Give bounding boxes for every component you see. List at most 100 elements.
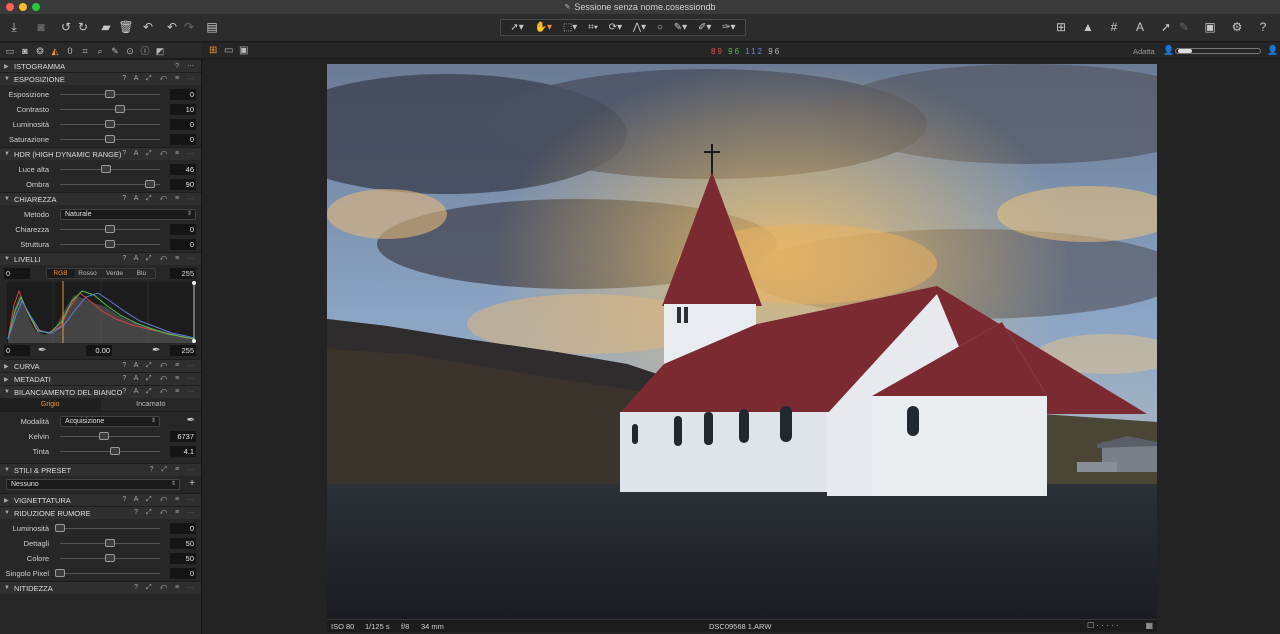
value-field[interactable]: 0 (170, 224, 196, 235)
output-high-field[interactable]: 255 (170, 345, 196, 356)
panel-actions-icon[interactable]: ? A ⤢ ↶ ≡ ⋯ (122, 496, 197, 504)
slider-thumb[interactable] (110, 447, 120, 455)
channel-tab-rgb[interactable]: RGB (47, 269, 74, 278)
undo-icon[interactable]: ↶ (164, 19, 180, 35)
slider-thumb[interactable] (105, 120, 115, 128)
multi-view-icon[interactable]: ⊞ (209, 45, 217, 56)
value-field[interactable]: 0 (170, 119, 196, 130)
slider-thumb[interactable] (101, 165, 111, 173)
exposure-warning-icon[interactable]: ▲ (1080, 19, 1096, 35)
eyedropper-white-icon[interactable]: ✒ (152, 345, 160, 356)
slider-thumb[interactable] (105, 90, 115, 98)
input-low-field[interactable]: 0 (4, 268, 30, 279)
stili-header[interactable]: ▼ STILI & PRESET ? ⤢ ≡ ⋯ (0, 463, 201, 476)
panel-actions-icon[interactable]: ? A ⤢ ↶ ≡ ⋯ (122, 255, 197, 263)
value-field[interactable]: 4.1 (170, 446, 196, 457)
value-field[interactable]: 6737 (170, 431, 196, 442)
hdr-header[interactable]: ▼ HDR (HIGH DYNAMIC RANGE) ? A ⤢ ↶ ≡ ⋯ (0, 147, 201, 160)
select-cursor-icon[interactable]: ➚▾ (510, 22, 523, 33)
rotate-cursor-icon[interactable]: ⟳▾ (609, 22, 622, 33)
tab-incarnato[interactable]: Incarnato (101, 398, 202, 411)
slider-thumb[interactable] (55, 524, 65, 532)
istogramma-header[interactable]: ▶ ISTOGRAMMA ? ⋯ (0, 59, 201, 72)
midpoint-field[interactable]: 0.00 (86, 345, 112, 356)
trash-icon[interactable]: 🗑 (118, 19, 134, 35)
grid-overlay-icon[interactable]: ⊞ (1053, 19, 1069, 35)
panel-actions-icon[interactable]: ? A ⤢ ↶ ≡ ⋯ (122, 150, 197, 158)
move-to-folder-icon[interactable]: ▰ (98, 19, 114, 35)
slider-thumb[interactable] (115, 105, 125, 113)
zoom-button[interactable] (32, 3, 40, 11)
chiarezza-header[interactable]: ▼ CHIAREZZA ? A ⤢ ↶ ≡ ⋯ (0, 192, 201, 205)
panel-actions-icon[interactable]: ? ⤢ ↶ ≡ ⋯ (134, 509, 197, 517)
channel-tab-blue[interactable]: Blu (128, 269, 155, 278)
tab-grigio[interactable]: Grigio (0, 398, 101, 411)
camera-icon[interactable]: ◙ (33, 19, 49, 35)
print-icon[interactable]: ▣ (1202, 19, 1218, 35)
slider-thumb[interactable] (99, 432, 109, 440)
zoom-slider[interactable] (1175, 48, 1261, 54)
color-tab-icon[interactable]: ❂ (34, 45, 46, 57)
keystone-cursor-icon[interactable]: ⋀▾ (633, 22, 646, 33)
input-high-field[interactable]: 255 (170, 268, 196, 279)
library-tab-icon[interactable]: ▭ (4, 45, 16, 57)
rumore-header[interactable]: ▼ RIDUZIONE RUMORE ? ⤢ ↶ ≡ ⋯ (0, 506, 201, 519)
lens-tab-icon[interactable]: 0 (64, 45, 76, 57)
minimize-button[interactable] (19, 3, 27, 11)
slider-track[interactable] (60, 528, 160, 529)
exposure-tab-icon[interactable]: ◭ (49, 45, 61, 57)
erase-cursor-icon[interactable]: ✐▾ (698, 22, 711, 33)
preset-dropdown[interactable]: Nessuno ⇕ (6, 479, 180, 490)
esposizione-header[interactable]: ▼ ESPOSIZIONE ? A ⤢ ↶ ≡ ⋯ (0, 72, 201, 85)
single-view-icon[interactable]: ▭ (224, 45, 233, 56)
slider-thumb[interactable] (105, 135, 115, 143)
proof-view-icon[interactable]: ▣ (239, 45, 248, 56)
panel-actions-icon[interactable]: ? ⋯ (175, 62, 197, 70)
loupe-cursor-icon[interactable]: ⬚▾ (563, 22, 577, 33)
photo-canvas[interactable] (327, 64, 1157, 619)
channel-tab-red[interactable]: Rosso (74, 269, 101, 278)
value-field[interactable]: 50 (170, 553, 196, 564)
slider-thumb[interactable] (105, 554, 115, 562)
eyedropper-black-icon[interactable]: ✒ (38, 345, 46, 356)
slider-track[interactable] (60, 573, 160, 574)
brush-cursor-icon[interactable]: ✎▾ (674, 22, 687, 33)
slider-thumb[interactable] (55, 569, 65, 577)
text-annotation-icon[interactable]: A (1132, 19, 1148, 35)
panel-actions-icon[interactable]: ? A ⤢ ↶ ≡ ⋯ (122, 375, 197, 383)
local-adjustments-tab-icon[interactable]: ✎ (109, 45, 121, 57)
value-field[interactable]: 0 (170, 239, 196, 250)
panel-actions-icon[interactable]: ? ⤢ ≡ ⋯ (150, 466, 197, 474)
share-icon[interactable]: ✎ (1176, 19, 1192, 35)
import-icon[interactable]: ⤓ (6, 19, 22, 35)
slider-thumb[interactable] (105, 225, 115, 233)
reset-icon[interactable]: ↶ (140, 19, 156, 35)
method-dropdown[interactable]: Naturale ⇕ (60, 209, 196, 220)
value-field[interactable]: 90 (170, 179, 196, 190)
nitidezza-header[interactable]: ▼ NITIDEZZA ? ⤢ ↶ ≡ ⋯ (0, 581, 201, 594)
metadata-tab-icon[interactable]: ⓘ (139, 45, 151, 57)
rating-dots-icon[interactable]: ☐ · · · · · (1087, 621, 1119, 630)
slider-track[interactable] (60, 436, 160, 437)
panel-actions-icon[interactable]: ? ⤢ ↶ ≡ ⋯ (134, 584, 197, 592)
zoom-slider-thumb[interactable] (1178, 49, 1192, 53)
output-tab-icon[interactable]: ⊙ (124, 45, 136, 57)
levels-histogram[interactable] (5, 280, 197, 344)
wb-mode-dropdown[interactable]: Acquisizione ⇕ (60, 416, 160, 427)
channel-tab-green[interactable]: Verde (101, 269, 128, 278)
gear-icon[interactable]: ⚙ (1229, 19, 1245, 35)
value-field[interactable]: 0 (170, 523, 196, 534)
metadati-header[interactable]: ▶ METADATI ? A ⤢ ↶ ≡ ⋯ (0, 372, 201, 385)
slider-thumb[interactable] (105, 539, 115, 547)
copy-adjustments-icon[interactable]: ▤ (204, 19, 220, 35)
slider-track[interactable] (60, 109, 160, 110)
bilanciamento-header[interactable]: ▼ BILANCIAMENTO DEL BIANCO ? A ⤢ ↶ ≡ ⋯ (0, 385, 201, 398)
rotate-left-icon[interactable]: ↺ (58, 19, 74, 35)
picker-cursor-icon[interactable]: ✑▾ (722, 22, 735, 33)
slider-thumb[interactable] (105, 240, 115, 248)
panel-actions-icon[interactable]: ? A ⤢ ↶ ≡ ⋯ (122, 388, 197, 396)
rotate-right-icon[interactable]: ↻ (75, 19, 91, 35)
eyedropper-icon[interactable]: ✒ (187, 415, 195, 426)
value-field[interactable]: 50 (170, 538, 196, 549)
add-preset-icon[interactable]: + (189, 478, 195, 489)
